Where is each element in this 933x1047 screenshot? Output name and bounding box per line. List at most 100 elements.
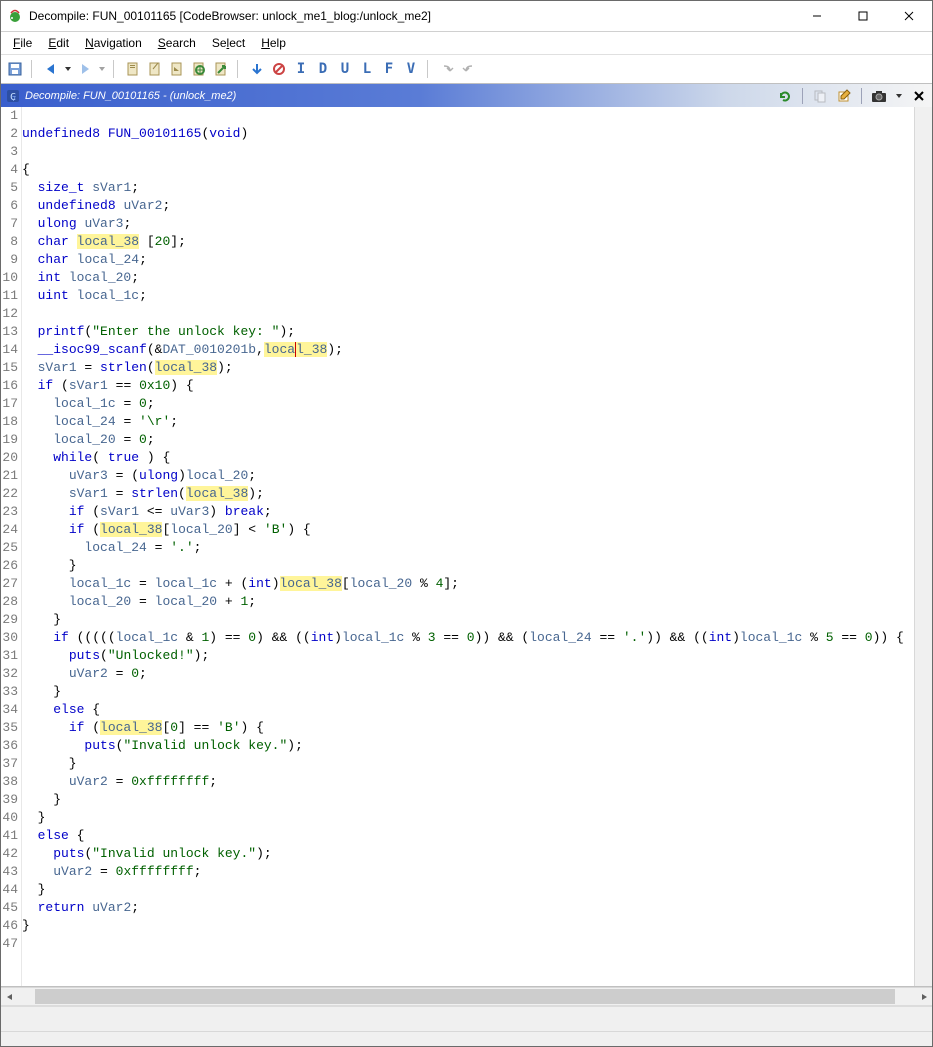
code-line[interactable]: __isoc99_scanf(&DAT_0010201b,local_38); [22,341,914,359]
tool-btn-1[interactable] [123,59,143,79]
code-line[interactable]: } [22,683,914,701]
tool-btn-4[interactable] [189,59,209,79]
line-number: 36 [1,737,21,755]
app-icon [7,8,23,24]
toolbar-letter-f[interactable]: F [379,59,399,79]
vertical-scrollbar[interactable] [914,107,932,986]
menu-edit[interactable]: Edit [40,34,77,52]
undo-button[interactable] [437,59,457,79]
code-line[interactable]: uint local_1c; [22,287,914,305]
code-line[interactable]: uVar2 = 0xffffffff; [22,863,914,881]
line-number: 43 [1,863,21,881]
refresh-button[interactable] [776,87,794,105]
toolbar-letter-v[interactable]: V [401,59,421,79]
code-line[interactable]: if (sVar1 == 0x10) { [22,377,914,395]
code-line[interactable]: local_20 = 0; [22,431,914,449]
copy-button[interactable] [811,87,829,105]
toolbar-letter-d[interactable]: D [313,59,333,79]
code-line[interactable]: ulong uVar3; [22,215,914,233]
toolbar-letter-l[interactable]: L [357,59,377,79]
decompile-panel-header: C7 Decompile: FUN_00101165 - (unlock_me2… [1,84,932,107]
code-line[interactable] [22,143,914,161]
maximize-button[interactable] [840,1,886,31]
code-line[interactable]: } [22,809,914,827]
redo-button[interactable] [459,59,479,79]
code-line[interactable]: else { [22,701,914,719]
code-content[interactable]: undefined8 FUN_00101165(void) { size_t sV… [22,107,914,986]
nav-back-button[interactable] [41,59,61,79]
code-line[interactable]: local_1c = local_1c + (int)local_38[loca… [22,575,914,593]
snapshot-button[interactable] [870,87,888,105]
tool-btn-3[interactable] [167,59,187,79]
no-entry-button[interactable] [269,59,289,79]
toolbar-letter-u[interactable]: U [335,59,355,79]
code-line[interactable] [22,107,914,125]
horizontal-scrollbar[interactable] [1,987,932,1005]
code-line[interactable]: } [22,791,914,809]
code-line[interactable]: local_24 = '.'; [22,539,914,557]
code-line[interactable]: while( true ) { [22,449,914,467]
minimize-button[interactable] [794,1,840,31]
code-line[interactable]: local_1c = 0; [22,395,914,413]
save-button[interactable] [5,59,25,79]
scrollbar-thumb[interactable] [35,989,895,1004]
code-line[interactable]: } [22,917,914,935]
code-line[interactable]: } [22,557,914,575]
line-number: 31 [1,647,21,665]
code-line[interactable]: } [22,881,914,899]
code-line[interactable]: return uVar2; [22,899,914,917]
code-line[interactable]: if (sVar1 <= uVar3) break; [22,503,914,521]
code-line[interactable]: local_24 = '\r'; [22,413,914,431]
code-line[interactable]: printf("Enter the unlock key: "); [22,323,914,341]
line-number: 30 [1,629,21,647]
code-line[interactable]: uVar3 = (ulong)local_20; [22,467,914,485]
code-line[interactable]: if (((((local_1c & 1) == 0) && ((int)loc… [22,629,914,647]
code-line[interactable]: } [22,755,914,773]
code-line[interactable]: sVar1 = strlen(local_38); [22,359,914,377]
menu-navigation[interactable]: Navigation [77,34,150,52]
code-line[interactable]: sVar1 = strlen(local_38); [22,485,914,503]
nav-forward-dropdown[interactable] [97,59,107,79]
snapshot-dropdown[interactable] [894,87,904,105]
line-number: 41 [1,827,21,845]
nav-forward-button[interactable] [75,59,95,79]
code-line[interactable]: char local_24; [22,251,914,269]
code-area[interactable]: 1234567891011121314151617181920212223242… [1,107,932,987]
panel-close-button[interactable] [910,87,928,105]
nav-back-dropdown[interactable] [63,59,73,79]
code-line[interactable]: { [22,161,914,179]
menu-select[interactable]: Select [204,34,253,52]
edit-button[interactable] [835,87,853,105]
line-number: 23 [1,503,21,521]
code-line[interactable]: uVar2 = 0xffffffff; [22,773,914,791]
code-line[interactable]: puts("Unlocked!"); [22,647,914,665]
title-bar[interactable]: Decompile: FUN_00101165 [CodeBrowser: un… [1,1,932,32]
code-line[interactable]: puts("Invalid unlock key."); [22,845,914,863]
code-line[interactable] [22,935,914,953]
code-line[interactable]: size_t sVar1; [22,179,914,197]
code-line[interactable]: if (local_38[0] == 'B') { [22,719,914,737]
line-number: 14 [1,341,21,359]
code-line[interactable]: puts("Invalid unlock key."); [22,737,914,755]
code-line[interactable]: char local_38 [20]; [22,233,914,251]
tool-btn-5[interactable] [211,59,231,79]
line-number: 7 [1,215,21,233]
code-line[interactable] [22,305,914,323]
code-line[interactable]: local_20 = local_20 + 1; [22,593,914,611]
code-line[interactable]: else { [22,827,914,845]
code-line[interactable]: if (local_38[local_20] < 'B') { [22,521,914,539]
toolbar-letter-i[interactable]: I [291,59,311,79]
code-line[interactable]: undefined8 uVar2; [22,197,914,215]
down-arrow-button[interactable] [247,59,267,79]
code-line[interactable]: } [22,611,914,629]
line-number: 12 [1,305,21,323]
code-line[interactable]: undefined8 FUN_00101165(void) [22,125,914,143]
line-number: 5 [1,179,21,197]
menu-search[interactable]: Search [150,34,204,52]
code-line[interactable]: uVar2 = 0; [22,665,914,683]
tool-btn-2[interactable] [145,59,165,79]
code-line[interactable]: int local_20; [22,269,914,287]
close-button[interactable] [886,1,932,31]
menu-file[interactable]: File [5,34,40,52]
menu-help[interactable]: Help [253,34,294,52]
